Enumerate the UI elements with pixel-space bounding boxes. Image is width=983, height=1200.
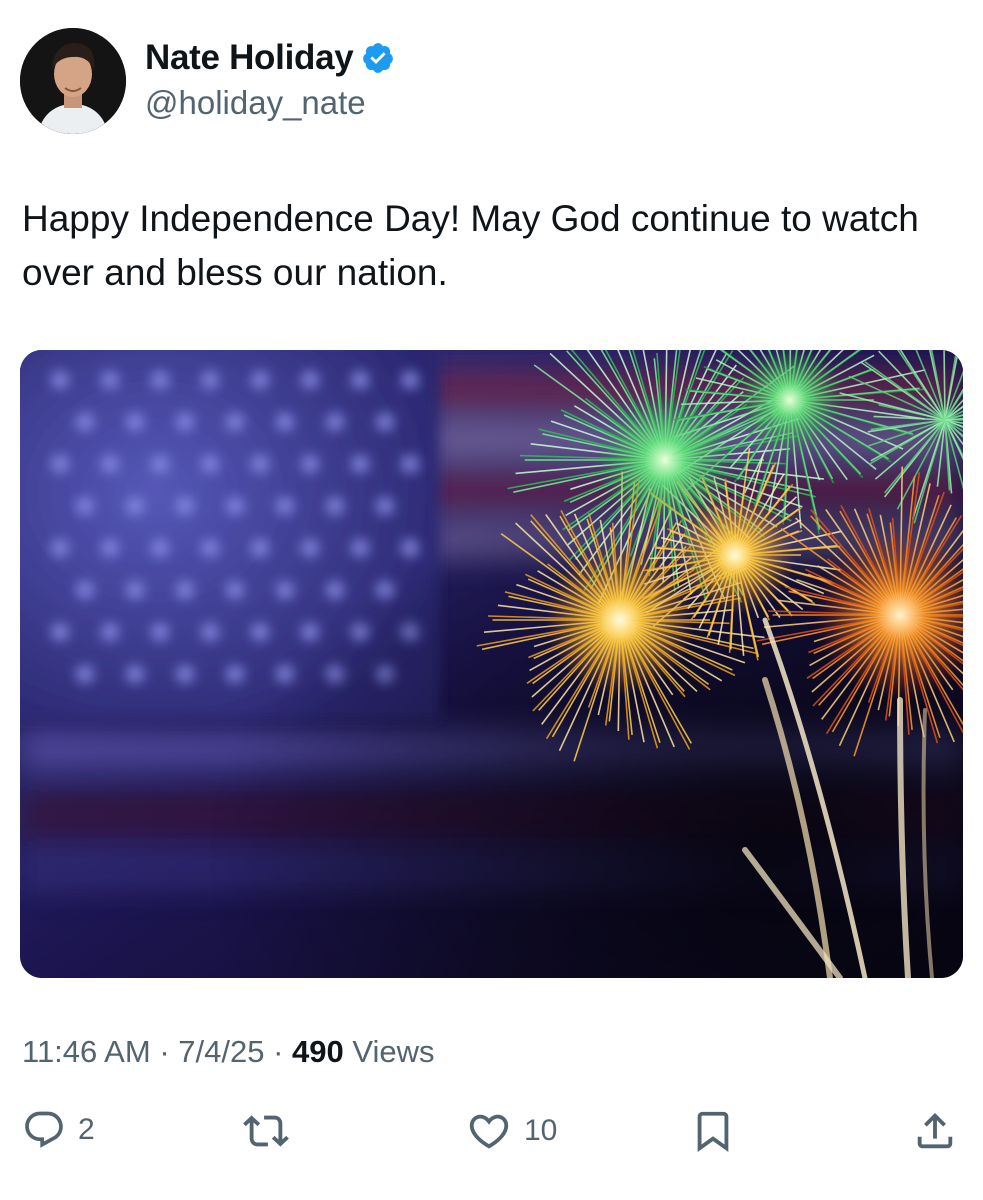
reply-button[interactable]: 2 [22, 1108, 95, 1152]
tweet-meta: 11:46 AM · 7/4/25 · 490 Views [22, 1034, 435, 1070]
meta-separator: · [159, 1034, 170, 1069]
author-display-name[interactable]: Nate Holiday [145, 38, 354, 78]
reply-count: 2 [78, 1113, 95, 1146]
bookmark-button[interactable] [690, 1108, 736, 1154]
retweet-icon [243, 1115, 289, 1147]
like-button[interactable]: 10 [466, 1108, 557, 1154]
tweet-date[interactable]: 7/4/25 [178, 1034, 264, 1069]
share-icon [917, 1112, 953, 1149]
retweet-button[interactable] [243, 1108, 301, 1154]
heart-icon [469, 1114, 509, 1149]
like-count: 10 [524, 1114, 558, 1147]
tweet-time[interactable]: 11:46 AM [22, 1034, 151, 1069]
reply-icon [25, 1111, 63, 1148]
verified-badge-icon [361, 41, 395, 75]
share-button[interactable] [912, 1108, 958, 1154]
author-name-row[interactable]: Nate Holiday [145, 38, 395, 78]
tweet-media-image[interactable] [20, 350, 963, 978]
views-count: 490 [292, 1034, 344, 1069]
author-handle[interactable]: @holiday_nate [145, 84, 366, 122]
bookmark-icon [697, 1111, 729, 1152]
avatar[interactable] [20, 28, 126, 134]
meta-separator: · [273, 1034, 284, 1069]
tweet-text: Happy Independence Day! May God continue… [22, 198, 919, 293]
tweet-actions-bar: 2 10 [0, 1100, 983, 1164]
views-label: Views [352, 1034, 435, 1069]
